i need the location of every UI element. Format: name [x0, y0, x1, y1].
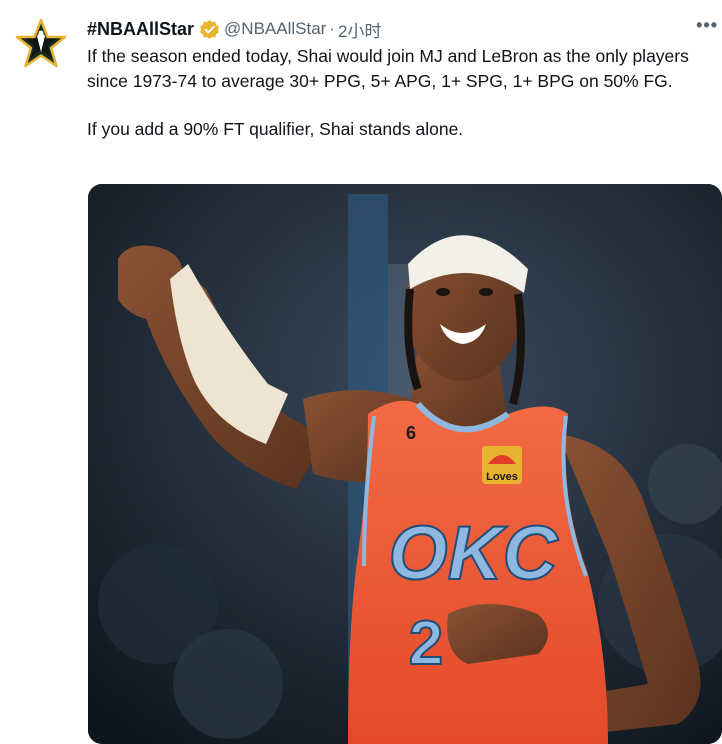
tweet-card[interactable]: #NBAAllStar @NBAAllStar · 2小时 ••• If the… [0, 0, 722, 744]
tweet-header: #NBAAllStar @NBAAllStar · 2小时 [87, 16, 381, 42]
separator-dot: · [329, 19, 335, 38]
verified-badge-icon [200, 19, 219, 39]
tweet-paragraph: If the season ended today, Shai would jo… [87, 46, 689, 91]
avatar[interactable] [13, 18, 69, 70]
more-horizontal-icon[interactable]: ••• [696, 16, 718, 34]
jersey-number: 2 [409, 609, 443, 678]
tweet-paragraph: If you add a 90% FT qualifier, Shai stan… [87, 119, 464, 139]
svg-text:Loves: Loves [486, 471, 518, 483]
tweet-photo[interactable]: 6 Loves OKC 2 [88, 184, 722, 744]
nba-allstar-logo-icon [15, 18, 67, 68]
tweet-text: If the season ended today, Shai would jo… [87, 44, 712, 142]
author-handle[interactable]: @NBAAllStar [224, 19, 326, 39]
sponsor-patch: Loves [482, 446, 522, 484]
shoulder-patch: 6 [406, 423, 416, 443]
author-name[interactable]: #NBAAllStar [87, 19, 194, 40]
jersey-team: OKC [389, 511, 559, 596]
player-photo: 6 Loves OKC 2 [88, 184, 722, 744]
timestamp[interactable]: 2小时 [338, 17, 381, 42]
